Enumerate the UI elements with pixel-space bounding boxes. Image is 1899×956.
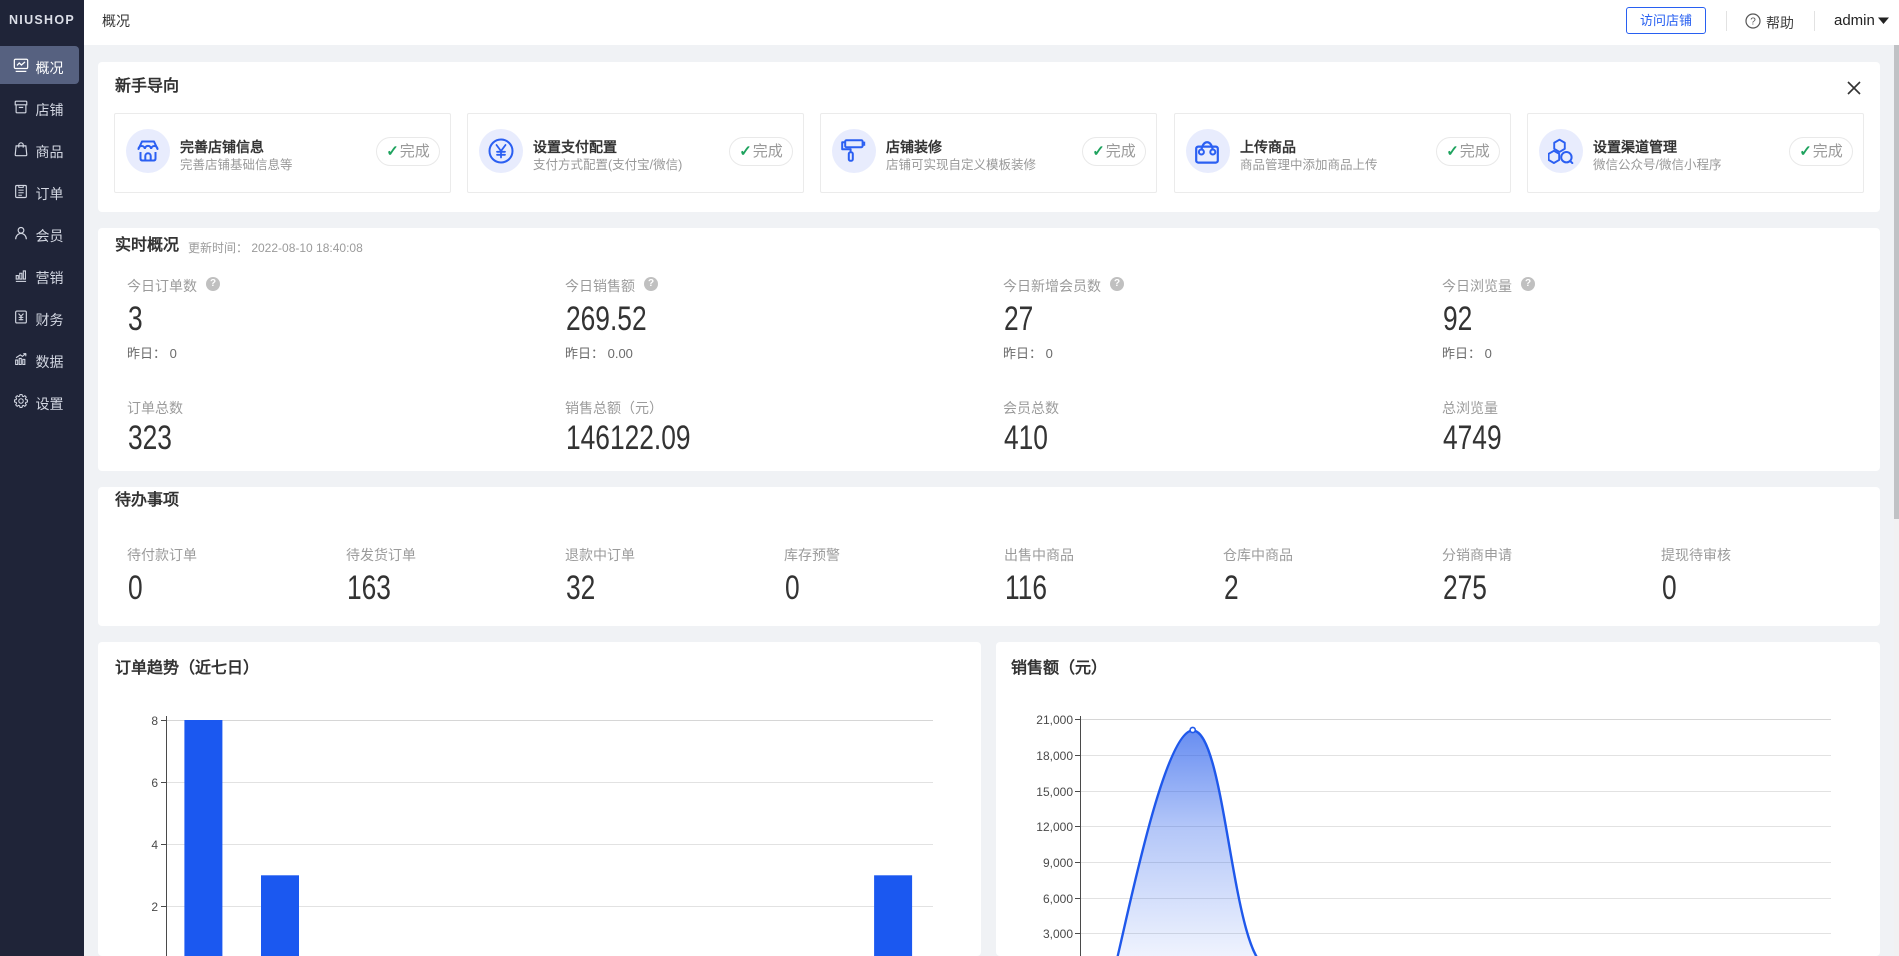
svg-text:15,000: 15,000 (1036, 785, 1073, 799)
svg-text:21,000: 21,000 (1036, 713, 1073, 727)
svg-text:4: 4 (151, 838, 158, 852)
svg-text:8: 8 (151, 714, 158, 728)
svg-text:6: 6 (151, 776, 158, 790)
svg-text:18,000: 18,000 (1036, 749, 1073, 763)
svg-text:6,000: 6,000 (1043, 892, 1073, 906)
svg-text:?: ? (1750, 17, 1756, 28)
svg-text:12,000: 12,000 (1036, 820, 1073, 834)
svg-text:3,000: 3,000 (1043, 927, 1073, 941)
svg-text:9,000: 9,000 (1043, 856, 1073, 870)
svg-text:2: 2 (151, 900, 158, 914)
